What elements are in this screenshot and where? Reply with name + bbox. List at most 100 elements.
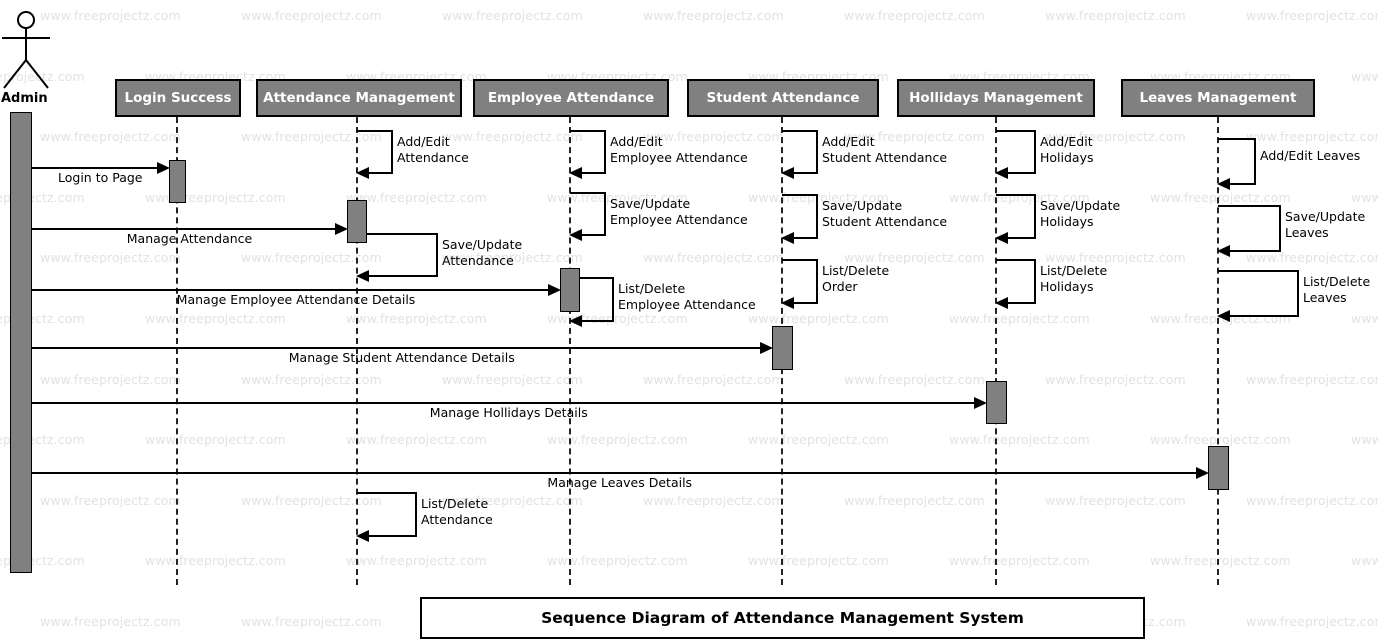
lifeline-label: Hollidays Management bbox=[909, 89, 1083, 106]
self-message-arrowhead-hm_add_edit bbox=[995, 167, 1008, 179]
lifeline-header-hollidays_management[interactable]: Hollidays Management bbox=[897, 79, 1095, 117]
self-message-bottom-lm_save bbox=[1228, 250, 1281, 252]
self-message-bottom-hm_save bbox=[1006, 237, 1036, 239]
self-message-label-line: Add/Edit Leaves bbox=[1260, 148, 1361, 163]
self-message-label-line: Leaves bbox=[1303, 289, 1347, 305]
self-message-side-sa_list bbox=[816, 259, 818, 302]
self-message-label-line: List/Delete bbox=[618, 281, 686, 296]
message-arrowhead-manage_employee bbox=[548, 284, 561, 296]
diagram-layer: Admin Login Success Attendance Management… bbox=[0, 0, 1378, 644]
self-message-arrowhead-sa_list bbox=[781, 297, 794, 309]
message-label-manage_student: Manage Student Attendance Details bbox=[288, 350, 515, 365]
self-message-side-ea_save bbox=[604, 192, 606, 234]
message-line-manage_leaves bbox=[32, 472, 1199, 474]
lifeline-label: Login Success bbox=[124, 89, 232, 106]
self-message-arrowhead-am_add_edit bbox=[356, 167, 369, 179]
self-message-label-ea_save: Save/Update Employee Attendance bbox=[610, 196, 748, 227]
self-message-top-am_save bbox=[357, 233, 436, 235]
message-label-login_to_page: Login to Page bbox=[58, 170, 143, 185]
self-message-bottom-ea_add_edit bbox=[580, 172, 606, 174]
self-message-label-line: Holidays bbox=[1040, 149, 1094, 165]
activation-bar-ea_activation bbox=[560, 268, 580, 312]
self-message-top-ea_save bbox=[570, 192, 604, 194]
self-message-bottom-am_add_edit bbox=[367, 172, 393, 174]
self-message-bottom-hm_add_edit bbox=[1006, 172, 1036, 174]
self-message-label-line: Attendance bbox=[421, 511, 493, 527]
self-message-side-hm_save bbox=[1034, 194, 1036, 237]
lifeline-header-employee_attendance[interactable]: Employee Attendance bbox=[473, 79, 669, 117]
self-message-label-am_add_edit: Add/Edit Attendance bbox=[397, 134, 469, 165]
self-message-label-line: Holidays bbox=[1040, 213, 1094, 229]
self-message-label-line: Holidays bbox=[1040, 278, 1094, 294]
self-message-arrowhead-sa_save bbox=[781, 232, 794, 244]
self-message-arrowhead-ea_list bbox=[569, 315, 582, 327]
lifeline-header-login_success[interactable]: Login Success bbox=[115, 79, 241, 117]
actor-admin bbox=[0, 10, 56, 90]
self-message-bottom-ea_list bbox=[580, 320, 614, 322]
lifeline-header-attendance_management[interactable]: Attendance Management bbox=[256, 79, 462, 117]
self-message-label-line: Save/Update bbox=[822, 198, 903, 213]
lifeline-header-student_attendance[interactable]: Student Attendance bbox=[687, 79, 879, 117]
self-message-label-line: Add/Edit bbox=[822, 134, 875, 149]
self-message-bottom-sa_save bbox=[792, 237, 818, 239]
self-message-label-am_list: List/Delete Attendance bbox=[421, 496, 493, 527]
self-message-bottom-am_save bbox=[367, 275, 438, 277]
self-message-label-lm_list: List/Delete Leaves bbox=[1303, 274, 1370, 305]
activation-bar-hm_activation bbox=[985, 381, 1007, 424]
self-message-label-lm_save: Save/Update Leaves bbox=[1285, 209, 1365, 240]
self-message-arrowhead-hm_save bbox=[995, 232, 1008, 244]
message-arrowhead-manage_attendance bbox=[335, 223, 348, 235]
self-message-arrowhead-hm_list bbox=[995, 297, 1008, 309]
self-message-arrowhead-lm_save bbox=[1217, 245, 1230, 257]
message-label-manage_hollidays: Manage Hollidays Details bbox=[429, 405, 588, 420]
lifeline-hollidays_management bbox=[995, 117, 997, 585]
self-message-label-line: Add/Edit bbox=[610, 134, 663, 149]
self-message-label-am_save: Save/Update Attendance bbox=[442, 237, 522, 268]
self-message-label-line: Save/Update bbox=[1285, 209, 1366, 224]
message-label-manage_leaves: Manage Leaves Details bbox=[547, 475, 693, 490]
page-title: Sequence Diagram of Attendance Managemen… bbox=[541, 609, 1024, 627]
self-message-arrowhead-am_list bbox=[356, 530, 369, 542]
self-message-label-line: Add/Edit bbox=[1040, 134, 1093, 149]
self-message-bottom-lm_add_edit bbox=[1228, 183, 1256, 185]
self-message-top-hm_add_edit bbox=[996, 130, 1034, 132]
self-message-label-line: Order bbox=[822, 278, 858, 294]
lifeline-label: Attendance Management bbox=[263, 89, 455, 106]
lifeline-label: Student Attendance bbox=[706, 89, 860, 106]
self-message-top-lm_list bbox=[1218, 270, 1297, 272]
self-message-side-am_save bbox=[436, 233, 438, 275]
message-line-manage_student bbox=[32, 347, 763, 349]
self-message-side-ea_add_edit bbox=[604, 130, 606, 172]
message-label-manage_attendance: Manage Attendance bbox=[126, 231, 253, 246]
diagram-title-box: Sequence Diagram of Attendance Managemen… bbox=[420, 597, 1145, 639]
self-message-label-line: Employee Attendance bbox=[618, 296, 756, 312]
self-message-label-line: Leaves bbox=[1285, 224, 1329, 240]
self-message-top-am_list bbox=[357, 492, 415, 494]
self-message-label-line: Employee Attendance bbox=[610, 149, 748, 165]
self-message-label-line: Employee Attendance bbox=[610, 211, 748, 227]
self-message-top-sa_save bbox=[782, 194, 816, 196]
self-message-label-hm_list: List/Delete Holidays bbox=[1040, 263, 1107, 294]
self-message-label-line: List/Delete bbox=[822, 263, 890, 278]
self-message-label-ea_list: List/Delete Employee Attendance bbox=[618, 281, 756, 312]
lifeline-label: Leaves Management bbox=[1139, 89, 1297, 106]
self-message-top-sa_list bbox=[782, 259, 816, 261]
lifeline-label: Employee Attendance bbox=[487, 89, 655, 106]
lifeline-header-leaves_management[interactable]: Leaves Management bbox=[1121, 79, 1315, 117]
lifeline-employee_attendance bbox=[569, 117, 571, 585]
self-message-bottom-lm_list bbox=[1228, 315, 1299, 317]
self-message-top-lm_add_edit bbox=[1218, 138, 1254, 140]
self-message-label-sa_add_edit: Add/Edit Student Attendance bbox=[822, 134, 947, 165]
message-arrowhead-manage_hollidays bbox=[973, 397, 987, 409]
self-message-side-sa_add_edit bbox=[816, 130, 818, 172]
self-message-label-sa_list: List/Delete Order bbox=[822, 263, 889, 294]
message-line-manage_hollidays bbox=[32, 402, 977, 404]
self-message-bottom-sa_list bbox=[792, 302, 818, 304]
self-message-side-hm_add_edit bbox=[1034, 130, 1036, 172]
self-message-top-am_add_edit bbox=[357, 130, 391, 132]
self-message-label-lm_add_edit: Add/Edit Leaves bbox=[1260, 148, 1360, 164]
self-message-top-sa_add_edit bbox=[782, 130, 816, 132]
self-message-bottom-hm_list bbox=[1006, 302, 1036, 304]
message-arrowhead-manage_leaves bbox=[1195, 467, 1209, 479]
self-message-label-line: List/Delete bbox=[1040, 263, 1108, 278]
